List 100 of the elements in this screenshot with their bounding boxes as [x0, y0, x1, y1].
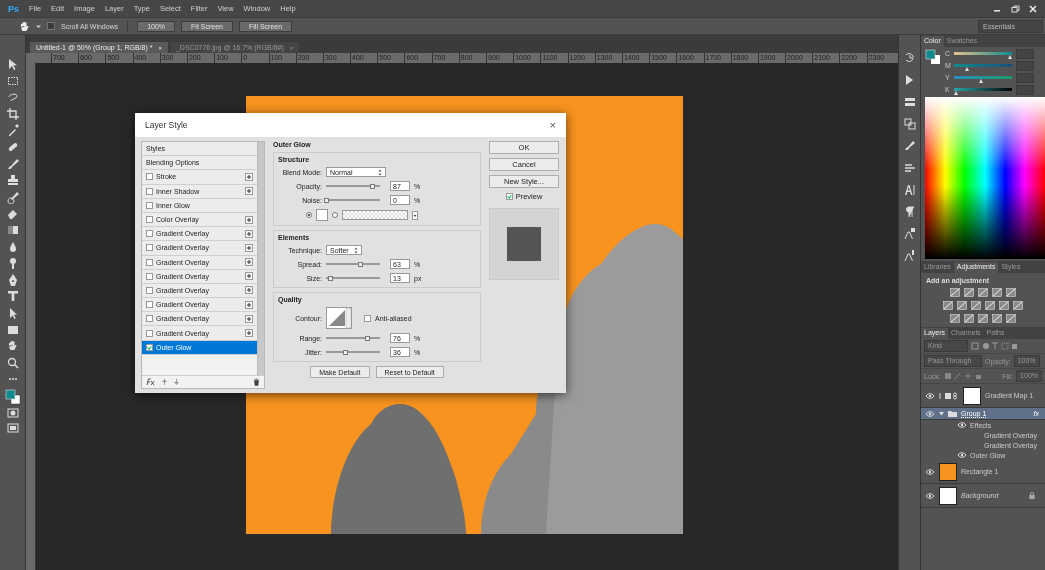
add-icon[interactable]: [245, 329, 253, 338]
checkbox[interactable]: [146, 343, 153, 351]
value-field[interactable]: [1016, 84, 1034, 95]
lock-options-icon[interactable]: [943, 372, 984, 380]
radio-button[interactable]: [332, 212, 338, 218]
close-button[interactable]: ×: [549, 119, 556, 131]
checkbox[interactable]: [146, 315, 153, 323]
adjustment-layer-icon: [939, 391, 959, 400]
checkbox[interactable]: [146, 216, 153, 224]
slider-thumb[interactable]: [327, 276, 333, 281]
updown-icon: [354, 246, 358, 254]
add-icon[interactable]: [245, 229, 253, 238]
screen-mode-icon[interactable]: [5, 422, 20, 435]
eye-icon[interactable]: [925, 392, 935, 399]
color-swatches-icon[interactable]: [4, 388, 21, 405]
gradient-swatch[interactable]: [342, 210, 408, 220]
character-styles-icon[interactable]: [902, 227, 917, 241]
slider-thumb[interactable]: [370, 184, 376, 189]
slider-thumb[interactable]: [364, 336, 370, 341]
checkbox[interactable]: [146, 301, 153, 309]
adjustment-icon[interactable]: [978, 314, 988, 323]
add-icon[interactable]: [245, 215, 253, 224]
up-arrow-icon[interactable]: [161, 378, 168, 386]
value-field[interactable]: [1016, 72, 1034, 83]
clone-source-icon[interactable]: [902, 117, 917, 131]
checkbox[interactable]: [146, 230, 153, 238]
restore-icon[interactable]: [1009, 3, 1021, 14]
adjustment-icon[interactable]: [992, 314, 1002, 323]
layer-thumbnail: [939, 462, 957, 481]
add-icon[interactable]: [245, 187, 253, 196]
zoom-icon[interactable]: [5, 355, 20, 370]
adjustment-icon[interactable]: [1013, 301, 1023, 310]
dialog-title: Layer Style: [145, 120, 188, 130]
brush-icon[interactable]: [902, 139, 917, 153]
type-tool-icon[interactable]: [5, 289, 20, 304]
fx-icon[interactable]: [146, 378, 156, 386]
caret-icon[interactable]: [36, 23, 41, 29]
checkbox[interactable]: [146, 258, 153, 266]
brush-presets-icon[interactable]: [902, 161, 917, 175]
adjustment-icon[interactable]: [950, 288, 960, 297]
paragraph-styles-icon[interactable]: [902, 249, 917, 263]
adjustment-icon[interactable]: [1006, 314, 1016, 323]
checkbox[interactable]: [364, 314, 371, 322]
slider-thumb[interactable]: [342, 350, 348, 355]
checkbox[interactable]: [146, 286, 153, 294]
adjustment-icon[interactable]: [957, 301, 967, 310]
add-icon[interactable]: [245, 243, 253, 252]
caret-icon[interactable]: [412, 210, 418, 220]
expand-arrow-icon[interactable]: [939, 411, 944, 416]
character-icon[interactable]: [902, 183, 917, 197]
checkbox[interactable]: [146, 272, 153, 280]
hand-icon[interactable]: [18, 20, 30, 32]
stamp-tool-icon[interactable]: [5, 173, 20, 188]
checkbox[interactable]: [505, 193, 513, 200]
contour-thumbnail[interactable]: [326, 307, 352, 329]
checkbox[interactable]: [146, 329, 153, 337]
close-icon[interactable]: [1027, 3, 1039, 14]
color-spectrum[interactable]: [925, 97, 1045, 259]
adjustment-icon[interactable]: [964, 288, 974, 297]
value-field[interactable]: [1016, 60, 1034, 71]
trash-icon[interactable]: [253, 378, 260, 386]
preview-swatch: [507, 227, 541, 261]
checkbox[interactable]: [47, 22, 55, 30]
eye-icon[interactable]: [925, 468, 935, 475]
color-swatches-icon[interactable]: [925, 49, 941, 65]
slider-thumb[interactable]: [323, 198, 329, 203]
add-icon[interactable]: [245, 172, 253, 181]
checkbox[interactable]: [146, 244, 153, 252]
adjustment-icon[interactable]: [943, 301, 953, 310]
value-field[interactable]: [1016, 48, 1034, 59]
down-arrow-icon[interactable]: [173, 378, 180, 386]
adjustment-icon[interactable]: [999, 301, 1009, 310]
add-icon[interactable]: [245, 300, 253, 309]
add-icon[interactable]: [245, 272, 253, 281]
adjustment-icon[interactable]: [950, 314, 960, 323]
properties-icon[interactable]: [902, 95, 917, 109]
quick-mask-icon[interactable]: [5, 407, 20, 420]
adjustment-icon[interactable]: [964, 314, 974, 323]
crop-tool-icon[interactable]: [5, 106, 20, 121]
eye-icon[interactable]: [957, 422, 967, 428]
add-icon[interactable]: [245, 286, 253, 295]
add-icon[interactable]: [245, 258, 253, 267]
eye-icon[interactable]: [925, 492, 935, 499]
radio-button[interactable]: [306, 212, 312, 218]
history-brush-icon[interactable]: [5, 189, 20, 204]
slider-thumb[interactable]: [357, 262, 363, 267]
checkbox[interactable]: [146, 187, 153, 195]
checkbox[interactable]: [146, 173, 153, 181]
eye-icon[interactable]: [957, 452, 967, 458]
color-swatch[interactable]: [316, 209, 328, 221]
adjustment-icon[interactable]: [992, 288, 1002, 297]
adjustment-icon[interactable]: [978, 288, 988, 297]
adjustment-icon[interactable]: [971, 301, 981, 310]
add-icon[interactable]: [245, 314, 253, 323]
checkbox[interactable]: [146, 201, 153, 209]
adjustment-icon[interactable]: [1006, 288, 1016, 297]
layer-mask-thumbnail: [963, 386, 981, 405]
brush-tool-icon[interactable]: [5, 156, 20, 171]
adjustment-icon[interactable]: [985, 301, 995, 310]
eye-icon[interactable]: [925, 410, 935, 417]
